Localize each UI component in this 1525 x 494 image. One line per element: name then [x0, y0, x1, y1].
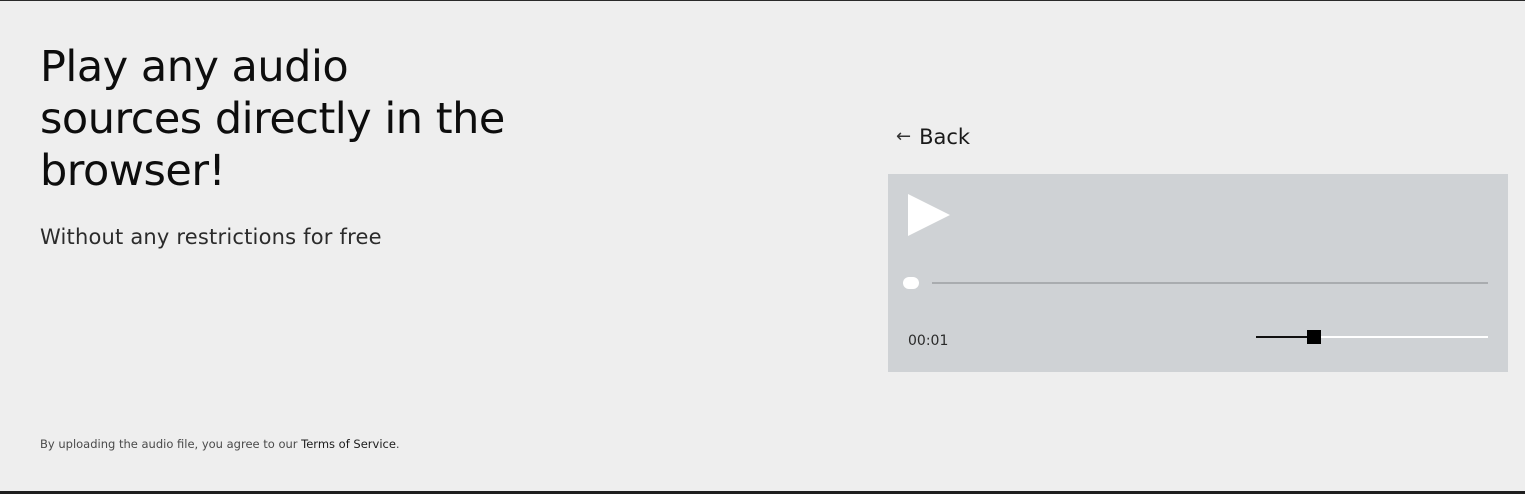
volume-empty-track: [1314, 336, 1488, 338]
page-subtitle: Without any restrictions for free: [40, 225, 382, 249]
terms-notice: By uploading the audio file, you agree t…: [40, 436, 400, 452]
progress-track[interactable]: [932, 282, 1488, 284]
volume-thumb[interactable]: [1307, 330, 1321, 344]
back-button[interactable]: ← Back: [896, 123, 970, 151]
play-icon: [908, 194, 950, 236]
volume-filled-track: [1256, 336, 1314, 338]
arrow-left-icon: ←: [896, 126, 912, 147]
play-button[interactable]: [908, 194, 952, 236]
current-time: 00:01: [908, 333, 949, 349]
audio-player: 00:01: [888, 174, 1508, 372]
terms-of-service-link[interactable]: Terms of Service: [301, 437, 396, 451]
progress-knob[interactable]: [903, 277, 919, 289]
page-title: Play any audio sources directly in the b…: [40, 42, 505, 196]
terms-notice-text: By uploading the audio file, you agree t…: [40, 437, 302, 451]
volume-slider[interactable]: [1256, 329, 1488, 345]
terms-notice-end: .: [395, 437, 400, 451]
back-button-label: Back: [919, 125, 971, 149]
